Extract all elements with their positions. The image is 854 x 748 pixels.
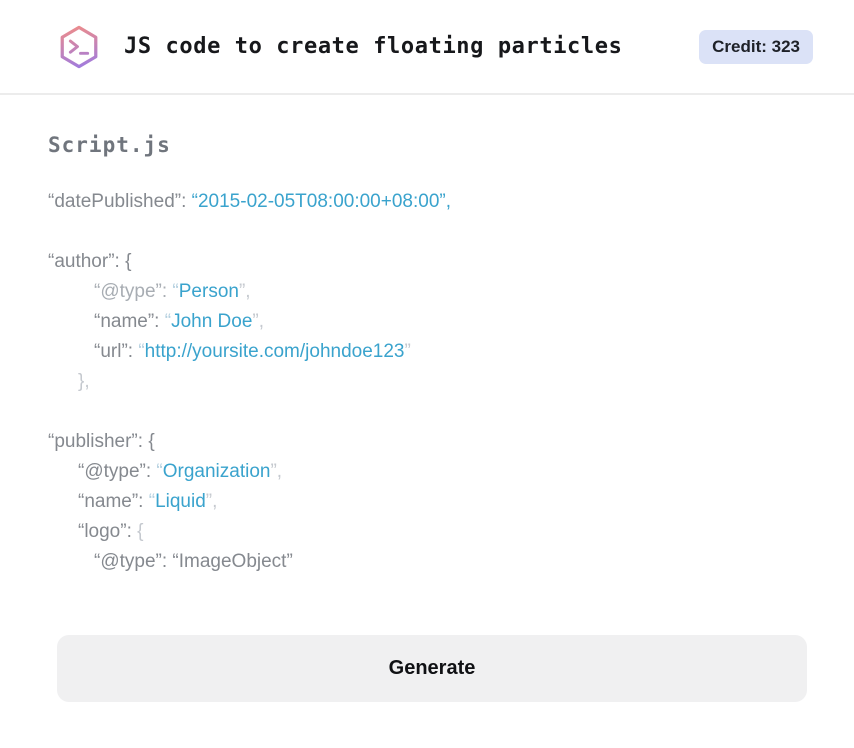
code-segment: “@type”: “ImageObject” — [94, 551, 293, 572]
code-segment: ” — [404, 341, 411, 362]
main-content: Script.js “datePublished”: “2015-02-05T0… — [0, 133, 854, 577]
code-segment: “name”: — [94, 311, 165, 332]
code-segment: “@type”: — [94, 281, 173, 302]
code-segment: “2015-02-05T08:00:00+08:00”, — [191, 191, 451, 212]
code-segment: Liquid — [155, 491, 206, 512]
code-line: “logo”: { — [48, 517, 806, 547]
code-segment: { — [137, 521, 144, 542]
code-segment: “name”: — [78, 491, 149, 512]
code-line: “@type”: “Organization”, — [48, 457, 806, 487]
code-segment: “logo”: — [78, 521, 138, 542]
code-line: “url”: “http://yoursite.com/johndoe123” — [48, 337, 806, 367]
code-segment: ”, — [238, 281, 251, 302]
code-line: “datePublished”: “2015-02-05T08:00:00+08… — [48, 187, 806, 217]
code-line: “@type”: “ImageObject” — [48, 547, 806, 577]
filename-heading: Script.js — [48, 133, 171, 157]
code-segment: John Doe — [171, 311, 253, 332]
code-segment: “@type”: — [78, 461, 157, 482]
generate-button[interactable]: Generate — [57, 635, 807, 702]
terminal-prompt-hexagon-icon — [60, 25, 98, 68]
code-segment: ”, — [205, 491, 218, 512]
code-line: “@type”: “Person”, — [48, 277, 806, 307]
code-segment: “url”: — [94, 341, 139, 362]
code-segment: Person — [178, 281, 239, 302]
code-segment: “datePublished”: — [48, 191, 192, 212]
code-segment: “author”: { — [48, 251, 132, 272]
code-segment: http://yoursite.com/johndoe123 — [144, 341, 405, 362]
code-line: “name”: “Liquid”, — [48, 487, 806, 517]
code-line: “publisher”: { — [48, 427, 806, 457]
chevron-right-icon — [68, 39, 79, 54]
code-segment: “publisher”: { — [48, 431, 155, 452]
page-title: JS code to create floating particles — [124, 34, 623, 59]
credit-badge: Credit: 323 — [699, 29, 813, 64]
code-line: “name”: “John Doe”, — [48, 307, 806, 337]
button-row: Generate — [57, 635, 807, 702]
code-segment: }, — [78, 371, 90, 392]
hexagon-outline — [60, 25, 98, 68]
code-block: “datePublished”: “2015-02-05T08:00:00+08… — [48, 187, 806, 577]
code-segment: Organization — [162, 461, 271, 482]
header: JS code to create floating particles Cre… — [0, 0, 854, 95]
code-segment: ”, — [252, 311, 265, 332]
code-line: “author”: { — [48, 247, 806, 277]
code-line: }, — [48, 367, 806, 397]
code-segment: ”, — [270, 461, 283, 482]
